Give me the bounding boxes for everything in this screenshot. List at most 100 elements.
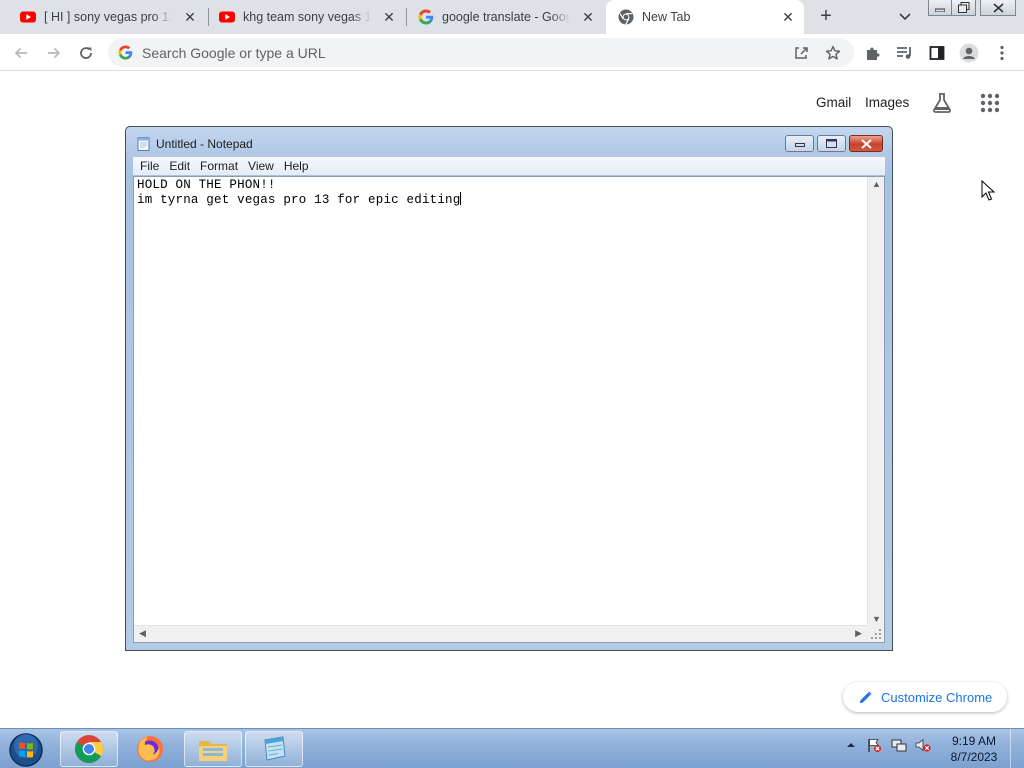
google-apps-icon[interactable]	[980, 93, 1000, 113]
minimize-icon	[794, 142, 805, 147]
volume-muted-icon[interactable]	[915, 737, 931, 753]
kebab-menu-icon	[1000, 45, 1004, 61]
scroll-up-arrow-icon[interactable]: ▲	[872, 179, 881, 189]
show-desktop-button[interactable]	[1010, 729, 1024, 768]
scroll-down-arrow-icon[interactable]: ▼	[872, 614, 881, 624]
tab-title: khg team sony vegas 13	[243, 10, 371, 24]
back-arrow-icon	[14, 47, 27, 59]
restore-button[interactable]	[952, 0, 976, 16]
side-panel-button[interactable]	[927, 43, 947, 63]
profile-avatar-icon	[959, 43, 979, 63]
gmail-link[interactable]: Gmail	[816, 95, 851, 110]
firefox-icon	[137, 736, 163, 762]
text-line: HOLD ON THE PHON!!	[137, 178, 276, 192]
action-center-flag-icon[interactable]	[866, 737, 882, 753]
tab-search-icon[interactable]	[895, 8, 915, 26]
profile-button[interactable]	[959, 43, 979, 63]
clock-time: 9:19 AM	[951, 734, 997, 748]
chrome-icon	[75, 735, 103, 763]
notepad-content[interactable]: HOLD ON THE PHON!! im tyrna get vegas pr…	[137, 178, 462, 207]
side-panel-icon	[929, 46, 945, 60]
chrome-menu-button[interactable]	[992, 43, 1012, 63]
browser-toolbar	[0, 34, 1024, 71]
close-icon[interactable]: ✕	[580, 9, 596, 25]
taskbar-explorer-button[interactable]	[184, 731, 242, 767]
menu-help[interactable]: Help	[284, 159, 309, 173]
close-icon	[992, 2, 1004, 13]
minimize-icon	[935, 8, 945, 12]
omnibox[interactable]	[108, 38, 854, 67]
notepad-window-controls	[782, 135, 883, 152]
tab-title: New Tab	[642, 10, 691, 24]
window-controls	[928, 0, 1016, 16]
reload-icon	[80, 47, 92, 59]
tab-strip: [ HI ] sony vegas pro 13 free ✕ khg team…	[0, 0, 1024, 34]
close-icon	[860, 138, 872, 149]
grip-dots-icon	[871, 629, 881, 639]
menu-edit[interactable]: Edit	[169, 159, 190, 173]
file-explorer-icon	[199, 741, 227, 761]
notepad-app-icon	[137, 137, 150, 151]
start-orb-icon[interactable]	[6, 732, 46, 768]
taskbar-notepad-button[interactable]	[245, 731, 303, 767]
media-controls-button[interactable]	[895, 43, 915, 63]
network-icon[interactable]	[891, 737, 907, 753]
labs-flask-icon[interactable]	[931, 92, 953, 114]
customize-chrome-button[interactable]: Customize Chrome	[843, 682, 1007, 712]
maximize-icon	[826, 139, 837, 148]
forward-arrow-icon	[48, 47, 61, 59]
chrome-icon	[618, 9, 634, 25]
clock-date: 8/7/2023	[950, 750, 998, 764]
media-queue-icon	[897, 47, 911, 59]
search-input[interactable]	[142, 38, 762, 67]
back-button[interactable]	[10, 42, 32, 64]
extensions-button[interactable]	[863, 43, 883, 63]
google-icon	[418, 9, 434, 25]
reload-button[interactable]	[75, 42, 97, 64]
youtube-icon	[219, 11, 235, 23]
puzzle-icon	[867, 47, 880, 60]
tab-3[interactable]: google translate - Google Search ✕	[406, 0, 604, 34]
scroll-right-arrow-icon[interactable]: ▶	[855, 628, 862, 639]
menu-format[interactable]: Format	[200, 159, 238, 173]
mouse-cursor-icon	[981, 180, 996, 201]
tab-2[interactable]: khg team sony vegas 13 ✕	[207, 0, 405, 34]
customize-chrome-label: Customize Chrome	[881, 689, 993, 705]
forward-button[interactable]	[43, 42, 65, 64]
taskbar-chrome-button[interactable]	[60, 731, 118, 767]
google-icon	[118, 45, 133, 60]
images-link[interactable]: Images	[865, 95, 909, 110]
tab-4[interactable]: New Tab ✕	[606, 0, 804, 34]
menu-view[interactable]: View	[248, 159, 274, 173]
notepad-text-area[interactable]: HOLD ON THE PHON!! im tyrna get vegas pr…	[133, 176, 885, 643]
menu-file[interactable]: File	[140, 159, 159, 173]
close-icon[interactable]: ✕	[381, 9, 397, 25]
new-tab-button[interactable]: +	[815, 6, 837, 28]
notepad-title: Untitled - Notepad	[156, 137, 253, 151]
show-hidden-icons-icon[interactable]	[843, 737, 859, 753]
minimize-button[interactable]	[928, 0, 952, 16]
share-icon[interactable]	[793, 45, 809, 61]
tab-1[interactable]: [ HI ] sony vegas pro 13 free ✕	[8, 0, 206, 34]
notepad-window[interactable]: Untitled - Notepad File Edit Format View…	[125, 126, 893, 651]
taskbar: 9:19 AM 8/7/2023	[0, 728, 1024, 768]
text-caret	[460, 192, 462, 205]
taskbar-clock[interactable]: 9:19 AM 8/7/2023	[944, 733, 1004, 765]
notepad-icon	[264, 736, 286, 761]
taskbar-firefox-button[interactable]	[121, 731, 179, 767]
vertical-scrollbar[interactable]: ▲ ▼	[867, 177, 884, 626]
close-icon[interactable]: ✕	[780, 9, 796, 25]
scroll-left-arrow-icon[interactable]: ◀	[139, 628, 146, 639]
resize-grip-icon[interactable]	[867, 625, 884, 642]
close-window-button[interactable]	[980, 0, 1016, 16]
notepad-close-button[interactable]	[849, 135, 883, 152]
tab-title: google translate - Google Search	[442, 10, 570, 24]
notepad-menubar: File Edit Format View Help	[133, 157, 885, 175]
bookmark-star-icon[interactable]	[825, 45, 841, 61]
text-line: im tyrna get vegas pro 13 for epic editi…	[137, 193, 461, 207]
notepad-minimize-button[interactable]	[785, 135, 814, 152]
notepad-maximize-button[interactable]	[817, 135, 846, 152]
close-icon[interactable]: ✕	[182, 9, 198, 25]
horizontal-scrollbar[interactable]: ◀ ▶	[134, 625, 867, 642]
restore-icon	[957, 2, 969, 13]
